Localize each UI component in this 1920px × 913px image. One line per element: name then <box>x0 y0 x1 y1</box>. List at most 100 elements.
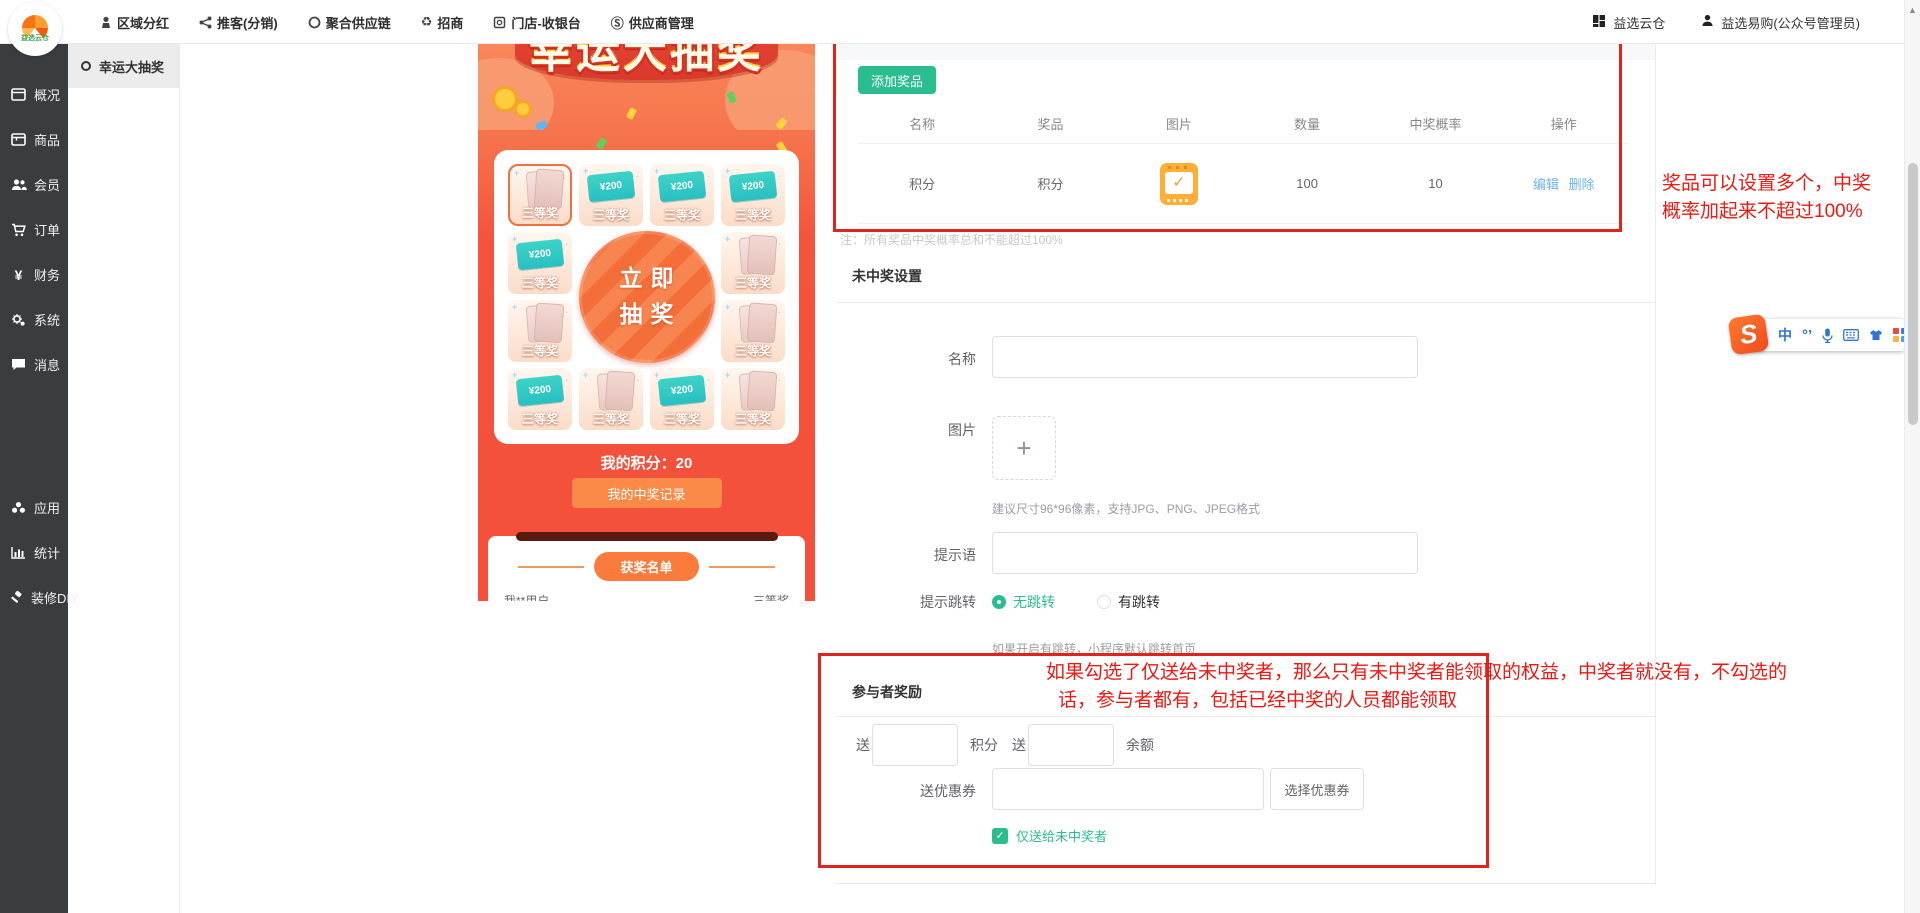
app-logo[interactable]: 益选云仓 <box>8 2 62 56</box>
sidebar-item-finance[interactable]: ¥ 财务 <box>0 252 68 297</box>
my-points-text: 我的积分：20 <box>478 452 815 473</box>
nav-item-distribution[interactable]: 推客(分销) <box>199 13 278 32</box>
workspace-switcher[interactable]: 益选云仓 <box>1592 13 1665 32</box>
overview-icon <box>10 88 27 101</box>
chinese-mode-icon[interactable]: 中 <box>1778 325 1792 345</box>
page-scrollbar[interactable]: ▲ <box>1904 0 1920 913</box>
sidebar-item-apps[interactable]: 应用 <box>0 485 68 530</box>
my-records-button[interactable]: 我的中奖记录 <box>572 478 722 508</box>
tip-input[interactable] <box>992 532 1418 574</box>
apps-icon <box>10 501 27 514</box>
tip-label: 提示语 <box>836 545 976 565</box>
sidebar-item-orders[interactable]: 订单 <box>0 207 68 252</box>
punctuation-icon[interactable]: °’ <box>1802 327 1812 344</box>
phone-prize-image <box>738 372 768 411</box>
sidebar-label: 订单 <box>34 220 60 239</box>
prize-tile-phone[interactable]: +˖三等奖 <box>721 300 785 362</box>
name-label: 名称 <box>836 349 976 369</box>
cell-name: 积分 <box>858 174 986 193</box>
scrollbar-thumb[interactable] <box>1908 163 1918 425</box>
radio-label: 无跳转 <box>1013 592 1055 612</box>
cell-quantity: 100 <box>1243 176 1371 191</box>
nav-item-supplier-mgmt[interactable]: Ⓢ 供应商管理 <box>611 13 694 32</box>
nav-item-investment[interactable]: ♻ 招商 <box>421 13 464 32</box>
workspace-name: 益选云仓 <box>1613 13 1665 32</box>
prize-tile-phone[interactable]: +˖三等奖 <box>721 232 785 294</box>
microphone-icon[interactable] <box>1822 328 1833 343</box>
give-balance-input[interactable] <box>1028 724 1114 766</box>
scroll-up-arrow[interactable]: ▲ <box>1908 5 1917 15</box>
name-input[interactable] <box>992 336 1418 378</box>
sogou-logo[interactable]: S <box>1728 314 1770 356</box>
prize-tile-phone[interactable]: +˖三等奖 <box>508 164 572 226</box>
recycle-icon: ♻ <box>421 14 433 30</box>
prize-tile-coupon[interactable]: +˖¥200三等奖 <box>508 232 572 294</box>
prize-tile-phone[interactable]: +˖三等奖 <box>508 300 572 362</box>
prize-tile-label: 三等奖 <box>508 410 572 427</box>
sidebar-item-decorate-diy[interactable]: 装修DIY <box>0 575 68 620</box>
prize-tile-label: 三等奖 <box>721 410 785 427</box>
winner-row-partial: 我**用户 三等奖 <box>504 592 789 601</box>
radio-with-jump[interactable]: 有跳转 <box>1097 592 1160 612</box>
nav-label: 区域分红 <box>117 13 169 32</box>
keyboard-icon[interactable] <box>1843 329 1859 341</box>
nav-label: 供应商管理 <box>629 13 694 32</box>
give-points-input[interactable] <box>872 724 958 766</box>
prize-tile-coupon[interactable]: +˖¥200三等奖 <box>579 164 643 226</box>
image-upload-box[interactable]: + <box>992 416 1056 480</box>
annotation-line: 奖品可以设置多个，中奖 <box>1662 170 1907 198</box>
sidebar-item-overview[interactable]: 概况 <box>0 72 68 117</box>
coupon-input[interactable] <box>992 768 1264 810</box>
give-label-2: 送 <box>1012 724 1026 766</box>
delete-link[interactable]: 删除 <box>1569 177 1595 192</box>
winners-title: 获奖名单 <box>594 552 698 581</box>
grid-icon <box>1592 14 1606 31</box>
prize-tile-coupon[interactable]: +˖¥200三等奖 <box>650 368 714 430</box>
bar-chart-icon <box>10 546 27 559</box>
sidebar-spacer <box>0 387 68 485</box>
prize-tile-coupon[interactable]: +˖¥200三等奖 <box>650 164 714 226</box>
sidebar-item-messages[interactable]: 消息 <box>0 342 68 387</box>
chat-icon <box>10 358 27 371</box>
cell-probability: 10 <box>1371 176 1499 191</box>
submenu-item-lucky-draw[interactable]: 幸运大抽奖 <box>68 44 179 88</box>
prize-tile-label: 三等奖 <box>579 410 643 427</box>
coupon-image: ¥200 <box>587 171 636 203</box>
cell-actions: 编辑 删除 <box>1500 174 1628 193</box>
only-non-winners-checkbox[interactable]: ✓ 仅送给未中奖者 <box>992 826 1107 845</box>
sidebar-item-stats[interactable]: 统计 <box>0 530 68 575</box>
prize-tile-label: 三等奖 <box>508 274 572 291</box>
sidebar-item-system[interactable]: 系统 <box>0 297 68 342</box>
draw-now-button[interactable]: 立即抽奖 <box>579 231 715 363</box>
calendar-icon <box>1160 163 1198 205</box>
prize-tile-label: 三等奖 <box>721 342 785 359</box>
nav-item-region-dividend[interactable]: 区域分红 <box>100 13 169 32</box>
user-menu[interactable]: 益选易购(公众号管理员) <box>1701 13 1860 32</box>
share-icon <box>199 16 212 29</box>
nav-item-store-cashier[interactable]: 门店-收银台 <box>493 13 580 32</box>
prize-grid-panel: +˖三等奖+˖¥200三等奖+˖¥200三等奖+˖¥200三等奖+˖¥200三等… <box>494 150 799 444</box>
prize-tile-coupon[interactable]: +˖¥200三等奖 <box>721 164 785 226</box>
col-quantity: 数量 <box>1243 114 1371 133</box>
edit-link[interactable]: 编辑 <box>1533 177 1559 192</box>
prize-tile-coupon[interactable]: +˖¥200三等奖 <box>508 368 572 430</box>
sidebar-item-members[interactable]: 会员 <box>0 162 68 207</box>
sidebar-item-goods[interactable]: 商品 <box>0 117 68 162</box>
yen-icon: ¥ <box>10 267 27 283</box>
main-sidebar: 概况 商品 会员 订单 ¥ 财务 系统 消息 应用 <box>0 44 68 913</box>
add-prize-button[interactable]: 添加奖品 <box>858 66 936 94</box>
prize-tile-phone[interactable]: +˖三等奖 <box>579 368 643 430</box>
skin-icon[interactable] <box>1869 329 1883 341</box>
prize-table-header: 名称 奖品 图片 数量 中奖概率 操作 <box>858 104 1628 144</box>
image-label: 图片 <box>836 420 976 440</box>
ring-icon <box>308 16 321 29</box>
sidebar-label: 系统 <box>34 310 60 329</box>
prize-tile-phone[interactable]: +˖三等奖 <box>721 368 785 430</box>
logo-image: 益选云仓 <box>15 9 55 49</box>
sidebar-label: 财务 <box>34 265 60 284</box>
checkbox-label: 仅送给未中奖者 <box>1016 826 1107 845</box>
radio-no-jump[interactable]: 无跳转 <box>992 592 1055 612</box>
select-coupon-button[interactable]: 选择优惠券 <box>1270 768 1364 810</box>
coupon-image: ¥200 <box>658 171 707 203</box>
nav-item-supply-chain[interactable]: 聚合供应链 <box>308 13 391 32</box>
